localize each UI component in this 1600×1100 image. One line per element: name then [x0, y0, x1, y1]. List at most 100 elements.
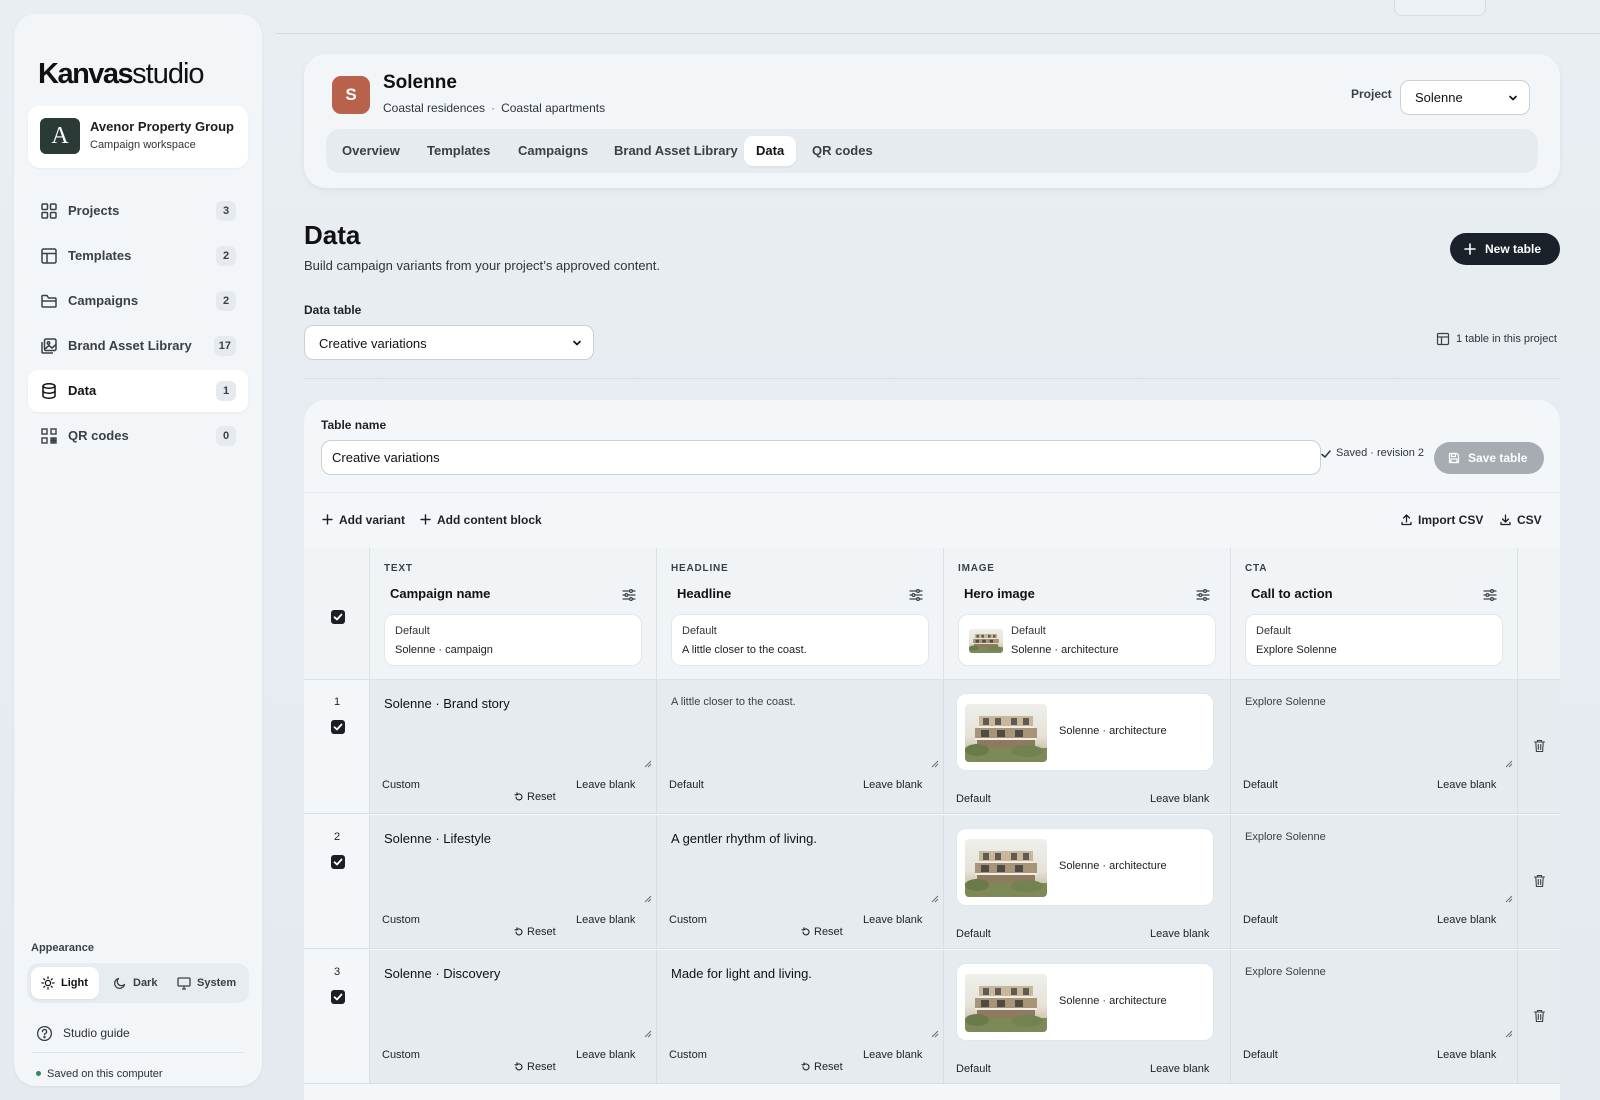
column-default[interactable]: Default Solenne · architecture	[958, 614, 1216, 666]
cell-state: Custom	[669, 914, 707, 926]
column-default[interactable]: Default Explore Solenne	[1245, 614, 1503, 666]
leave-blank-button[interactable]: Leave blank	[1150, 793, 1209, 805]
studio-guide-link[interactable]: Studio guide	[36, 1024, 236, 1044]
sliders-icon[interactable]	[1483, 588, 1497, 602]
sidebar-item-label: Data	[68, 383, 97, 398]
leave-blank-button[interactable]: Leave blank	[1150, 928, 1209, 940]
text-cell[interactable]: Solenne · Lifestyle Custom Reset Leave b…	[370, 815, 657, 949]
row-actions	[1518, 950, 1560, 1084]
leave-blank-button[interactable]: Leave blank	[863, 1049, 922, 1061]
headline-cell[interactable]: Made for light and living. Custom Reset …	[657, 950, 944, 1084]
top-bar-button[interactable]	[1394, 0, 1486, 16]
column-type: TEXT	[384, 563, 413, 574]
cell-state: Default	[669, 779, 704, 791]
cell-state: Default	[1243, 1049, 1278, 1061]
row-checkbox[interactable]	[331, 990, 345, 1004]
row-checkbox[interactable]	[331, 720, 345, 734]
leave-blank-button[interactable]: Leave blank	[1150, 1063, 1209, 1075]
cta-cell[interactable]: Explore Solenne Default Leave blank	[1231, 815, 1518, 949]
project-name: Solenne	[383, 72, 457, 93]
leave-blank-button[interactable]: Leave blank	[576, 914, 635, 926]
appearance-system-option[interactable]: System	[167, 967, 247, 999]
default-value: Solenne · architecture	[1011, 644, 1119, 656]
leave-blank-button[interactable]: Leave blank	[1437, 1049, 1496, 1061]
workspace-switcher[interactable]: A Avenor Property Group Campaign workspa…	[28, 106, 248, 168]
select-all-checkbox[interactable]	[331, 610, 345, 624]
image-cell[interactable]: Solenne · architecture Default Leave bla…	[944, 815, 1231, 949]
chevron-down-icon	[573, 340, 581, 346]
sidebar-item-campaigns[interactable]: Campaigns 2	[28, 280, 248, 322]
resize-handle-icon[interactable]	[1505, 1030, 1513, 1038]
resize-handle-icon[interactable]	[931, 760, 939, 768]
resize-handle-icon[interactable]	[931, 895, 939, 903]
save-table-button[interactable]: Save table	[1434, 442, 1544, 474]
tab-data[interactable]: Data	[744, 136, 797, 166]
sliders-icon[interactable]	[1196, 588, 1210, 602]
resize-handle-icon[interactable]	[644, 1030, 652, 1038]
sidebar-item-projects[interactable]: Projects 3	[28, 190, 248, 232]
image-picker[interactable]: Solenne · architecture	[956, 828, 1214, 906]
tab-qr-codes[interactable]: QR codes	[812, 136, 873, 166]
tab-templates[interactable]: Templates	[427, 136, 490, 166]
sun-icon	[41, 976, 55, 990]
import-csv-label: Import CSV	[1418, 513, 1484, 527]
sliders-icon[interactable]	[909, 588, 923, 602]
image-cell[interactable]: Solenne · architecture Default Leave bla…	[944, 680, 1231, 814]
tab-campaigns[interactable]: Campaigns	[518, 136, 588, 166]
tab-overview[interactable]: Overview	[342, 136, 400, 166]
sliders-icon[interactable]	[622, 588, 636, 602]
cta-cell[interactable]: Explore Solenne Default Leave blank	[1231, 680, 1518, 814]
project-select[interactable]: Solenne	[1400, 80, 1530, 115]
trash-icon[interactable]	[1533, 874, 1546, 888]
appearance-light-option[interactable]: Light	[31, 967, 99, 999]
leave-blank-button[interactable]: Leave blank	[1437, 914, 1496, 926]
leave-blank-button[interactable]: Leave blank	[1437, 779, 1496, 791]
sidebar-item-data[interactable]: Data 1	[28, 370, 248, 412]
resize-handle-icon[interactable]	[644, 895, 652, 903]
column-default[interactable]: Default Solenne · campaign	[384, 614, 642, 666]
headline-cell[interactable]: A gentler rhythm of living. Custom Reset…	[657, 815, 944, 949]
sidebar-item-templates[interactable]: Templates 2	[28, 235, 248, 277]
trash-icon[interactable]	[1533, 1009, 1546, 1023]
tab-brand-asset-library[interactable]: Brand Asset Library	[614, 136, 738, 166]
column-header-text: TEXT Campaign name Default Solenne · cam…	[370, 548, 657, 680]
app-logo[interactable]: Kanvasstudio	[38, 58, 205, 91]
checkmark-icon	[333, 993, 343, 1001]
leave-blank-button[interactable]: Leave blank	[576, 779, 635, 791]
image-name: Solenne · architecture	[1059, 860, 1167, 872]
cell-value: Explore Solenne	[1245, 696, 1326, 708]
row-checkbox[interactable]	[331, 855, 345, 869]
logo-bold: Kanvas	[38, 58, 134, 90]
new-table-button[interactable]: New table	[1450, 233, 1560, 265]
cta-cell[interactable]: Explore Solenne Default Leave blank	[1231, 950, 1518, 1084]
image-picker[interactable]: Solenne · architecture	[956, 693, 1214, 771]
leave-blank-button[interactable]: Leave blank	[863, 914, 922, 926]
column-header-headline: HEADLINE Headline Default A little close…	[657, 548, 944, 680]
row-actions	[1518, 815, 1560, 949]
reset-label: Reset	[814, 926, 843, 938]
resize-handle-icon[interactable]	[1505, 760, 1513, 768]
headline-cell[interactable]: A little closer to the coast. Default Le…	[657, 680, 944, 814]
cell-value: Made for light and living.	[671, 966, 812, 981]
appearance-dark-option[interactable]: Dark	[103, 967, 165, 999]
data-table-select[interactable]: Creative variations	[304, 325, 594, 360]
tables-count-label: 1 table in this project	[1456, 333, 1557, 345]
trash-icon[interactable]	[1533, 739, 1546, 753]
text-cell[interactable]: Solenne · Discovery Custom Reset Leave b…	[370, 950, 657, 1084]
leave-blank-button[interactable]: Leave blank	[576, 1049, 635, 1061]
table-name-input[interactable]	[321, 440, 1321, 475]
column-type: CTA	[1245, 563, 1268, 574]
column-default[interactable]: Default A little closer to the coast.	[671, 614, 929, 666]
sidebar-item-qr-codes[interactable]: QR codes 0	[28, 415, 248, 457]
resize-handle-icon[interactable]	[931, 1030, 939, 1038]
local-save-status: Saved on this computer	[36, 1068, 163, 1080]
cell-state: Default	[956, 793, 991, 805]
image-picker[interactable]: Solenne · architecture	[956, 963, 1214, 1041]
leave-blank-button[interactable]: Leave blank	[863, 779, 922, 791]
sidebar-item-brand-asset-library[interactable]: Brand Asset Library 17	[28, 325, 248, 367]
column-header-cta: CTA Call to action Default Explore Solen…	[1231, 548, 1518, 680]
resize-handle-icon[interactable]	[1505, 895, 1513, 903]
image-cell[interactable]: Solenne · architecture Default Leave bla…	[944, 950, 1231, 1084]
resize-handle-icon[interactable]	[644, 760, 652, 768]
text-cell[interactable]: Solenne · Brand story Custom Reset Leave…	[370, 680, 657, 814]
